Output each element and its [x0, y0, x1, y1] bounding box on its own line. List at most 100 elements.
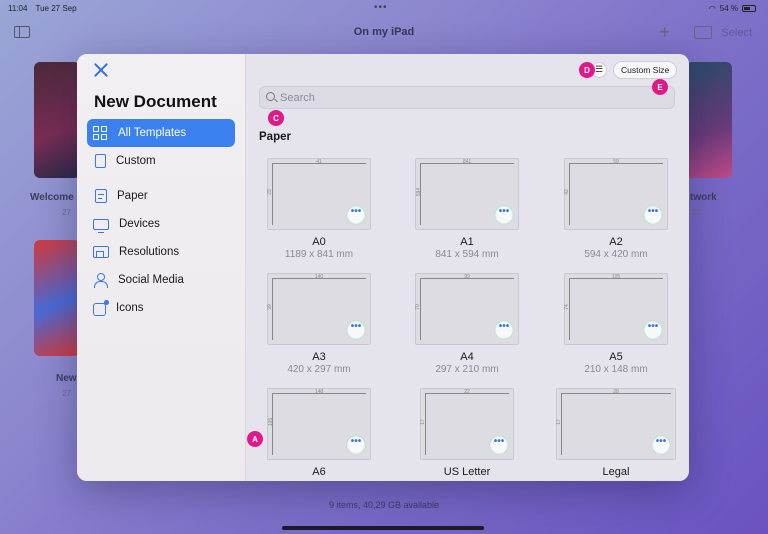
template-dimensions: 297 x 210 mm — [435, 364, 499, 375]
document-card-label: twork — [690, 192, 717, 203]
template-name: US Letter — [443, 466, 491, 478]
template-thumbnail[interactable]: 41 29 ••• — [267, 158, 371, 230]
document-card-label: New — [56, 373, 77, 384]
sidebar-item-label: Icons — [116, 302, 144, 314]
sidebar-item-label: Devices — [119, 218, 160, 230]
sidebar-item-label: Paper — [117, 190, 148, 202]
status-bar: 11:04 Tue 27 Sep ••• ◠ 54 % — [0, 0, 768, 16]
ruler-width-label: 22 — [464, 389, 470, 395]
template-thumbnail[interactable]: 105 74 ••• — [564, 273, 668, 345]
template-card-a4[interactable]: 99 70 ••• A4 297 x 210 mm — [415, 273, 519, 375]
template-sidebar: New Document All Templates Custom Paper … — [77, 54, 246, 481]
document-card-artwork[interactable] — [686, 62, 732, 178]
grid-icon — [93, 125, 108, 141]
sidebar-item-label: Resolutions — [119, 246, 180, 258]
sidebar-item-devices[interactable]: Devices — [87, 210, 235, 238]
more-options-button[interactable]: ••• — [347, 206, 365, 224]
person-icon — [93, 272, 108, 288]
add-icon[interactable]: + — [659, 22, 670, 43]
more-options-button[interactable]: ••• — [652, 436, 670, 454]
template-name: A3 — [312, 351, 326, 363]
document-card-sub: 27 — [62, 208, 71, 217]
template-thumbnail[interactable]: 28 17 ••• — [556, 388, 676, 460]
template-thumbnail[interactable]: 841 594 ••• — [415, 158, 519, 230]
template-name: Legal — [602, 466, 630, 478]
template-card-us-letter[interactable]: 22 17 ••• US Letter — [419, 388, 515, 478]
template-thumbnail[interactable]: 59 42 ••• — [564, 158, 668, 230]
annotation-marker-d: D — [579, 62, 595, 78]
sidebar-item-paper[interactable]: Paper — [87, 182, 235, 210]
more-options-button[interactable]: ••• — [495, 321, 513, 339]
template-name: A5 — [609, 351, 623, 363]
template-name: A6 — [312, 466, 326, 478]
sidebar-item-custom[interactable]: Custom — [87, 147, 235, 175]
ruler-width-label: 105 — [611, 274, 621, 280]
ruler-width-label: 99 — [464, 274, 470, 280]
resolution-icon — [93, 246, 109, 258]
more-options-button[interactable]: ••• — [347, 321, 365, 339]
template-card-a6[interactable]: 148 105 ••• A6 — [267, 388, 371, 478]
search-bar[interactable] — [259, 86, 675, 109]
template-thumbnail[interactable]: 148 105 ••• — [267, 388, 371, 460]
ruler-height-label: 70 — [414, 304, 421, 310]
search-icon — [266, 92, 275, 101]
document-card-welcome[interactable] — [34, 62, 80, 178]
template-name: A4 — [460, 351, 474, 363]
paper-icon — [95, 189, 107, 203]
template-card-a3[interactable]: 140 99 ••• A3 420 x 297 mm — [267, 273, 371, 375]
status-date: Tue 27 Sep — [35, 4, 77, 13]
document-card-label: Welcome — [30, 192, 74, 203]
sidebar-item-social-media[interactable]: Social Media — [87, 266, 235, 294]
sidebar-item-resolutions[interactable]: Resolutions — [87, 238, 235, 266]
more-options-button[interactable]: ••• — [490, 436, 508, 454]
battery-level: 54 % — [719, 4, 738, 13]
ruler-width-label: 28 — [613, 389, 619, 395]
template-name: A0 — [312, 236, 326, 248]
ruler-height-label: 74 — [563, 304, 570, 310]
more-options-button[interactable]: ••• — [347, 436, 365, 454]
template-dimensions: 594 x 420 mm — [584, 249, 648, 260]
ruler-width-label: 140 — [314, 274, 324, 280]
document-card-sub: 27 — [62, 389, 71, 398]
more-options-button[interactable]: ••• — [644, 321, 662, 339]
template-card-legal[interactable]: 28 17 ••• Legal — [556, 388, 676, 478]
background-navbar: On my iPad + Select — [0, 20, 768, 46]
search-input[interactable] — [280, 89, 660, 106]
home-indicator[interactable] — [282, 526, 484, 530]
ruler-width-label: 41 — [316, 159, 322, 165]
template-card-a0[interactable]: 41 29 ••• A0 1189 x 841 mm — [267, 158, 371, 260]
ruler-height-label: 99 — [266, 304, 273, 310]
multitasking-dots-icon[interactable]: ••• — [374, 2, 388, 13]
select-button[interactable]: Select — [721, 27, 752, 39]
sidebar-item-label: Custom — [116, 155, 156, 167]
ruler-width-label: 59 — [613, 159, 619, 165]
template-thumbnail[interactable]: 22 17 ••• — [420, 388, 514, 460]
ruler-height-label: 29 — [266, 189, 273, 195]
section-title-paper: Paper — [259, 131, 291, 143]
document-card-new[interactable] — [34, 240, 80, 356]
monitor-icon — [93, 218, 109, 233]
sidebar-item-label: Social Media — [118, 274, 184, 286]
ruler-height-label: 594 — [416, 187, 423, 197]
template-thumbnail[interactable]: 140 99 ••• — [267, 273, 371, 345]
template-dimensions: 1189 x 841 mm — [284, 249, 354, 260]
template-card-a1[interactable]: 841 594 ••• A1 841 x 594 mm — [415, 158, 519, 260]
new-document-modal: New Document All Templates Custom Paper … — [77, 54, 689, 481]
custom-size-button[interactable]: Custom Size — [613, 61, 678, 79]
sidebar-item-all-templates[interactable]: All Templates — [87, 119, 235, 147]
storage-footer: 9 items, 40,29 GB available — [328, 500, 440, 510]
more-options-button[interactable]: ••• — [644, 206, 662, 224]
new-folder-icon[interactable] — [694, 26, 712, 39]
template-content: Custom Size Paper 41 29 ••• A0 1189 x 84… — [247, 54, 689, 481]
ruler-width-label: 841 — [462, 159, 472, 165]
template-dimensions: 420 x 297 mm — [287, 364, 351, 375]
sidebar-item-label: All Templates — [118, 127, 187, 139]
battery-icon — [742, 5, 756, 12]
template-card-a5[interactable]: 105 74 ••• A5 210 x 148 mm — [564, 273, 668, 375]
ruler-height-label: 105 — [268, 417, 275, 427]
template-thumbnail[interactable]: 99 70 ••• — [415, 273, 519, 345]
sidebar-item-icons[interactable]: Icons — [87, 294, 235, 322]
template-card-a2[interactable]: 59 42 ••• A2 594 x 420 mm — [564, 158, 668, 260]
more-options-button[interactable]: ••• — [495, 206, 513, 224]
close-icon[interactable] — [93, 62, 109, 78]
